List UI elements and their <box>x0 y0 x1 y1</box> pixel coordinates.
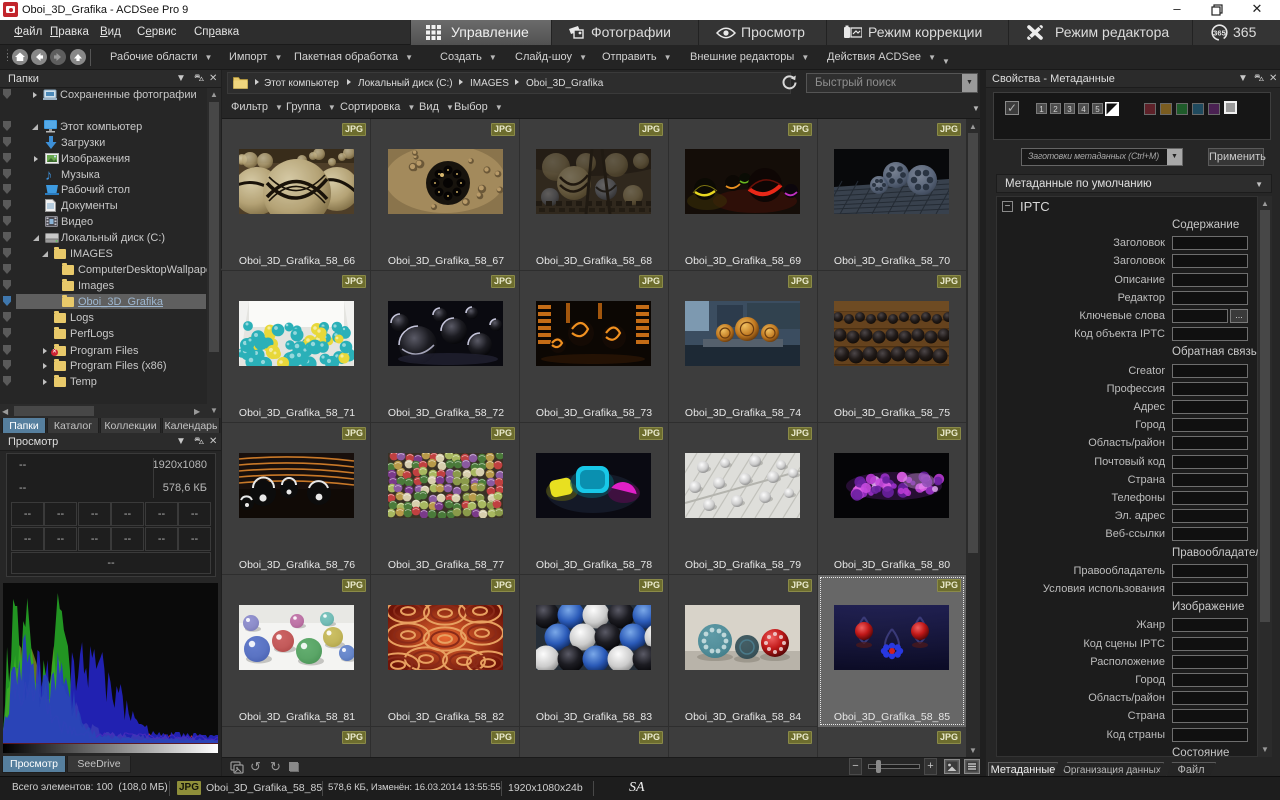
svg-text:365: 365 <box>1213 28 1226 37</box>
